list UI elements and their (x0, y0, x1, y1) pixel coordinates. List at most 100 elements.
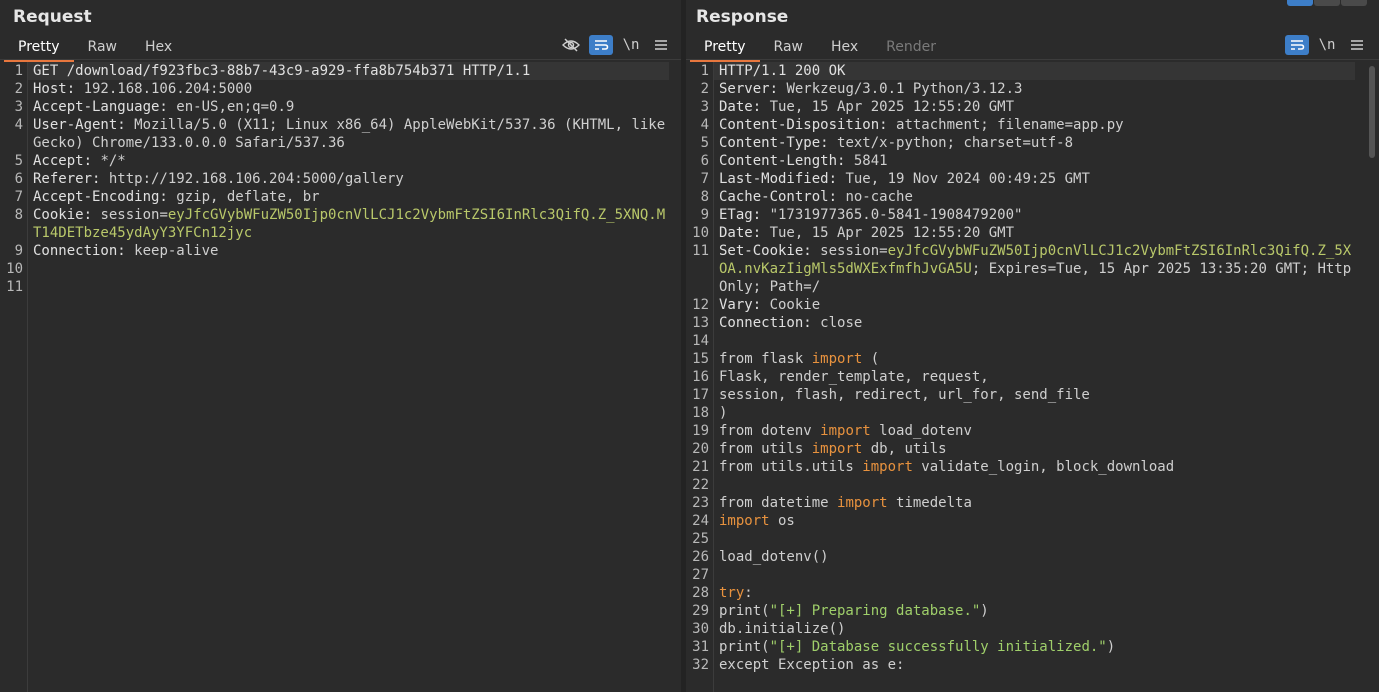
code-token: Server: (719, 81, 787, 97)
line-number: 11 (6, 279, 23, 295)
response-line: 12 Vary: Cookie (686, 296, 1379, 314)
menu-icon[interactable] (1345, 35, 1369, 55)
response-line: 1 HTTP/1.1 200 OK (686, 62, 1379, 80)
response-line: 29 print("[+] Preparing database.") (686, 602, 1379, 620)
line-number: 19 (692, 423, 709, 439)
request-line: 2 Host: 192.168.106.204:5000 (0, 80, 681, 98)
request-editor[interactable]: 1 GET /download/f923fbc3-88b7-43c9-a929-f… (0, 62, 681, 692)
response-line: 30 db.initialize() (686, 620, 1379, 638)
response-line: 17 session, flash, redirect, url_for, sen… (686, 386, 1379, 404)
request-tab-divider (0, 59, 681, 60)
line-number: 23 (692, 495, 709, 511)
response-line: 32 except Exception as e: (686, 656, 1379, 674)
request-tabs: Pretty Raw Hex (4, 36, 186, 62)
response-line: 7 Last-Modified: Tue, 19 Nov 2024 00:49:2… (686, 170, 1379, 188)
newline-toggle[interactable]: \n (1315, 35, 1339, 55)
code-token: User-Agent: (33, 117, 135, 133)
line-number: 14 (692, 333, 709, 349)
code-token: ( (862, 351, 880, 367)
line-number: 24 (692, 513, 709, 529)
code-token: load_dotenv (870, 423, 972, 439)
line-code: try: (714, 584, 1355, 602)
line-code: Content-Type: text/x-python; charset=utf… (714, 134, 1355, 152)
code-token: from datetime (719, 495, 838, 511)
code-token: HTTP/1.1 200 OK (719, 63, 846, 79)
response-tab-raw[interactable]: Raw (760, 36, 817, 60)
line-code: load_dotenv() (714, 548, 1355, 566)
code-token: text/x-python; charset=utf-8 (837, 135, 1074, 151)
code-token: try (719, 585, 745, 601)
response-tabs: Pretty Raw Hex Render (690, 36, 950, 62)
response-line: 31 print("[+] Database successfully initi… (686, 638, 1379, 656)
line-code: Date: Tue, 15 Apr 2025 12:55:20 GMT (714, 98, 1355, 116)
response-scrollbar[interactable] (1369, 66, 1375, 158)
line-number: 8 (14, 207, 23, 223)
code-token: db.initialize() (719, 621, 846, 637)
line-code: User-Agent: Mozilla/5.0 (X11; Linux x86_… (28, 116, 669, 152)
line-number: 5 (14, 153, 23, 169)
line-number: 6 (700, 153, 709, 169)
code-token: import (820, 423, 871, 439)
code-token: import (811, 441, 863, 457)
line-code: Connection: close (714, 314, 1355, 332)
line-code: Accept-Language: en-US,en;q=0.9 (28, 98, 669, 116)
layout-button-2[interactable] (1314, 0, 1340, 6)
request-lines: 1 GET /download/f923fbc3-88b7-43c9-a929-f… (0, 62, 681, 296)
line-code: HTTP/1.1 200 OK (714, 62, 1355, 80)
code-token: ) (719, 405, 728, 421)
code-token: Cache-Control: (719, 189, 846, 205)
response-line: 26 load_dotenv() (686, 548, 1379, 566)
code-token: Content-Type: (719, 135, 838, 151)
code-token: from flask (719, 351, 812, 367)
code-token: load_dotenv() (719, 549, 829, 565)
line-number: 10 (6, 261, 23, 277)
request-tab-hex[interactable]: Hex (131, 36, 186, 60)
code-token: Tue, 15 Apr 2025 12:55:20 GMT (769, 99, 1015, 115)
line-number: 16 (692, 369, 709, 385)
request-tab-raw[interactable]: Raw (74, 36, 131, 60)
request-line: 6 Referer: http://192.168.106.204:5000/ga… (0, 170, 681, 188)
code-token: ) (980, 603, 989, 619)
response-line: 6 Content-Length: 5841 (686, 152, 1379, 170)
eye-off-icon[interactable] (559, 35, 583, 55)
request-line: 5 Accept: */* (0, 152, 681, 170)
newline-toggle[interactable]: \n (619, 35, 643, 55)
line-code: Cache-Control: no-cache (714, 188, 1355, 206)
response-line: 14 (686, 332, 1379, 350)
request-line: 11 (0, 278, 681, 296)
code-token: gzip, deflate, br (176, 189, 320, 205)
response-editor[interactable]: 1 HTTP/1.1 200 OK 2 Server: Werkzeug/3.0.1 … (686, 62, 1379, 692)
line-number: 2 (700, 81, 709, 97)
response-tab-hex[interactable]: Hex (817, 36, 872, 60)
response-tab-divider (686, 59, 1379, 60)
response-tab-render[interactable]: Render (872, 36, 950, 60)
code-token: Vary: (719, 297, 770, 313)
wrap-icon[interactable] (589, 35, 613, 55)
layout-button-3[interactable] (1341, 0, 1367, 6)
menu-icon[interactable] (649, 35, 673, 55)
code-token: Content-Length: (719, 153, 854, 169)
layout-button-1[interactable] (1287, 0, 1313, 6)
code-token: print( (719, 603, 770, 619)
response-line: 16 Flask, render_template, request, (686, 368, 1379, 386)
request-line: 7 Accept-Encoding: gzip, deflate, br (0, 188, 681, 206)
response-line: 19 from dotenv import load_dotenv (686, 422, 1379, 440)
code-token: import (862, 459, 913, 475)
line-code: Accept: */* (28, 152, 669, 170)
line-code: Set-Cookie: session=eyJfcGVybWFuZW50Ijp0… (714, 242, 1355, 296)
line-code: Referer: http://192.168.106.204:5000/gal… (28, 170, 669, 188)
code-token: import (837, 495, 888, 511)
response-lines: 1 HTTP/1.1 200 OK 2 Server: Werkzeug/3.0.1 … (686, 62, 1379, 674)
line-number: 17 (692, 387, 709, 403)
wrap-icon[interactable] (1285, 35, 1309, 55)
response-line: 21 from utils.utils import validate_login… (686, 458, 1379, 476)
response-pane: Response Pretty Raw Hex Render \n 1 HTTP/… (686, 0, 1379, 692)
request-line: 9 Connection: keep-alive (0, 242, 681, 260)
response-line: 5 Content-Type: text/x-python; charset=ut… (686, 134, 1379, 152)
line-number: 20 (692, 441, 709, 457)
line-code: Date: Tue, 15 Apr 2025 12:55:20 GMT (714, 224, 1355, 242)
line-number: 1 (700, 63, 709, 79)
